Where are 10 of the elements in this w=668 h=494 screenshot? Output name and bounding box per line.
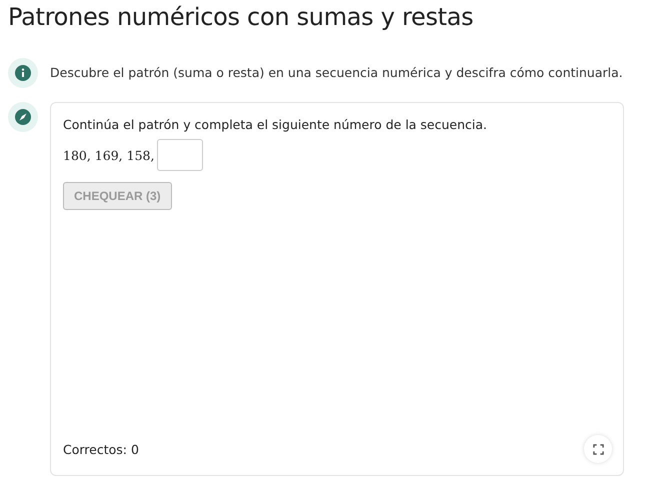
exercise-prompt: Continúa el patrón y completa el siguiente número de la secuencia. <box>63 117 488 132</box>
number-sequence: 180, 169, 158, <box>63 148 154 162</box>
intro-text: Descubre el patrón (suma o resta) en una secuencia numérica y descifra cómo continuarla. <box>50 64 623 82</box>
page-title: Patrones numéricos con sumas y restas <box>8 2 474 33</box>
compass-icon <box>15 109 31 125</box>
score-text: Correctos: 0 <box>63 442 139 456</box>
info-icon <box>15 65 31 81</box>
fullscreen-button[interactable] <box>584 435 612 463</box>
fullscreen-icon <box>592 444 604 454</box>
answer-field[interactable] <box>157 139 204 171</box>
